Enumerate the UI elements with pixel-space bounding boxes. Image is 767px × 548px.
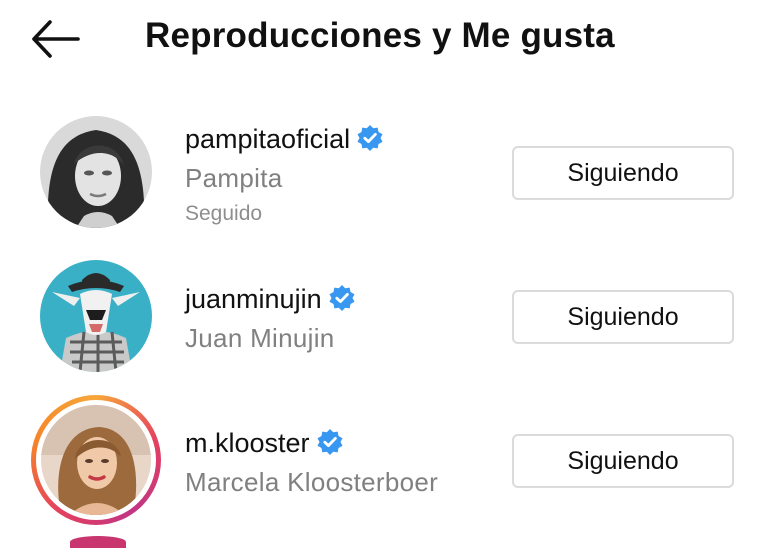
username[interactable]: juanminujin xyxy=(185,284,356,315)
arrow-left-icon xyxy=(32,20,80,58)
verified-badge-icon xyxy=(329,285,355,311)
verified-badge-icon xyxy=(357,125,383,151)
full-name: Pampita xyxy=(185,163,283,193)
username-text: m.klooster xyxy=(185,428,310,458)
username-text: pampitaoficial xyxy=(185,124,351,154)
back-button[interactable] xyxy=(30,18,82,60)
follow-status: Seguido xyxy=(185,202,263,225)
avatar xyxy=(41,405,151,515)
following-button[interactable]: Siguiendo xyxy=(512,434,734,488)
verified-badge-icon xyxy=(317,429,343,455)
list-item[interactable]: juanminujin Juan Minujin Siguiendo xyxy=(0,254,767,394)
list-item[interactable]: m.klooster Marcela Kloosterboer Siguiend… xyxy=(0,395,767,538)
avatar-photo xyxy=(41,405,151,515)
avatar-photo xyxy=(40,116,152,228)
page-title: Reproducciones y Me gusta xyxy=(145,16,615,55)
username[interactable]: pampitaoficial xyxy=(185,124,384,155)
username-text: juanminujin xyxy=(185,284,322,314)
avatar-photo xyxy=(40,260,152,372)
avatar[interactable] xyxy=(40,260,152,372)
following-button[interactable]: Siguiendo xyxy=(512,146,734,200)
avatar[interactable] xyxy=(40,116,152,228)
username[interactable]: m.klooster xyxy=(185,428,344,459)
full-name: Marcela Kloosterboer xyxy=(185,467,439,497)
story-ring[interactable] xyxy=(70,536,126,548)
following-button[interactable]: Siguiendo xyxy=(512,290,734,344)
header: Reproducciones y Me gusta xyxy=(0,0,767,80)
story-ring[interactable] xyxy=(31,395,161,525)
list-item[interactable]: pampitaoficial Pampita Seguido Siguiendo xyxy=(0,110,767,250)
full-name: Juan Minujin xyxy=(185,323,335,353)
